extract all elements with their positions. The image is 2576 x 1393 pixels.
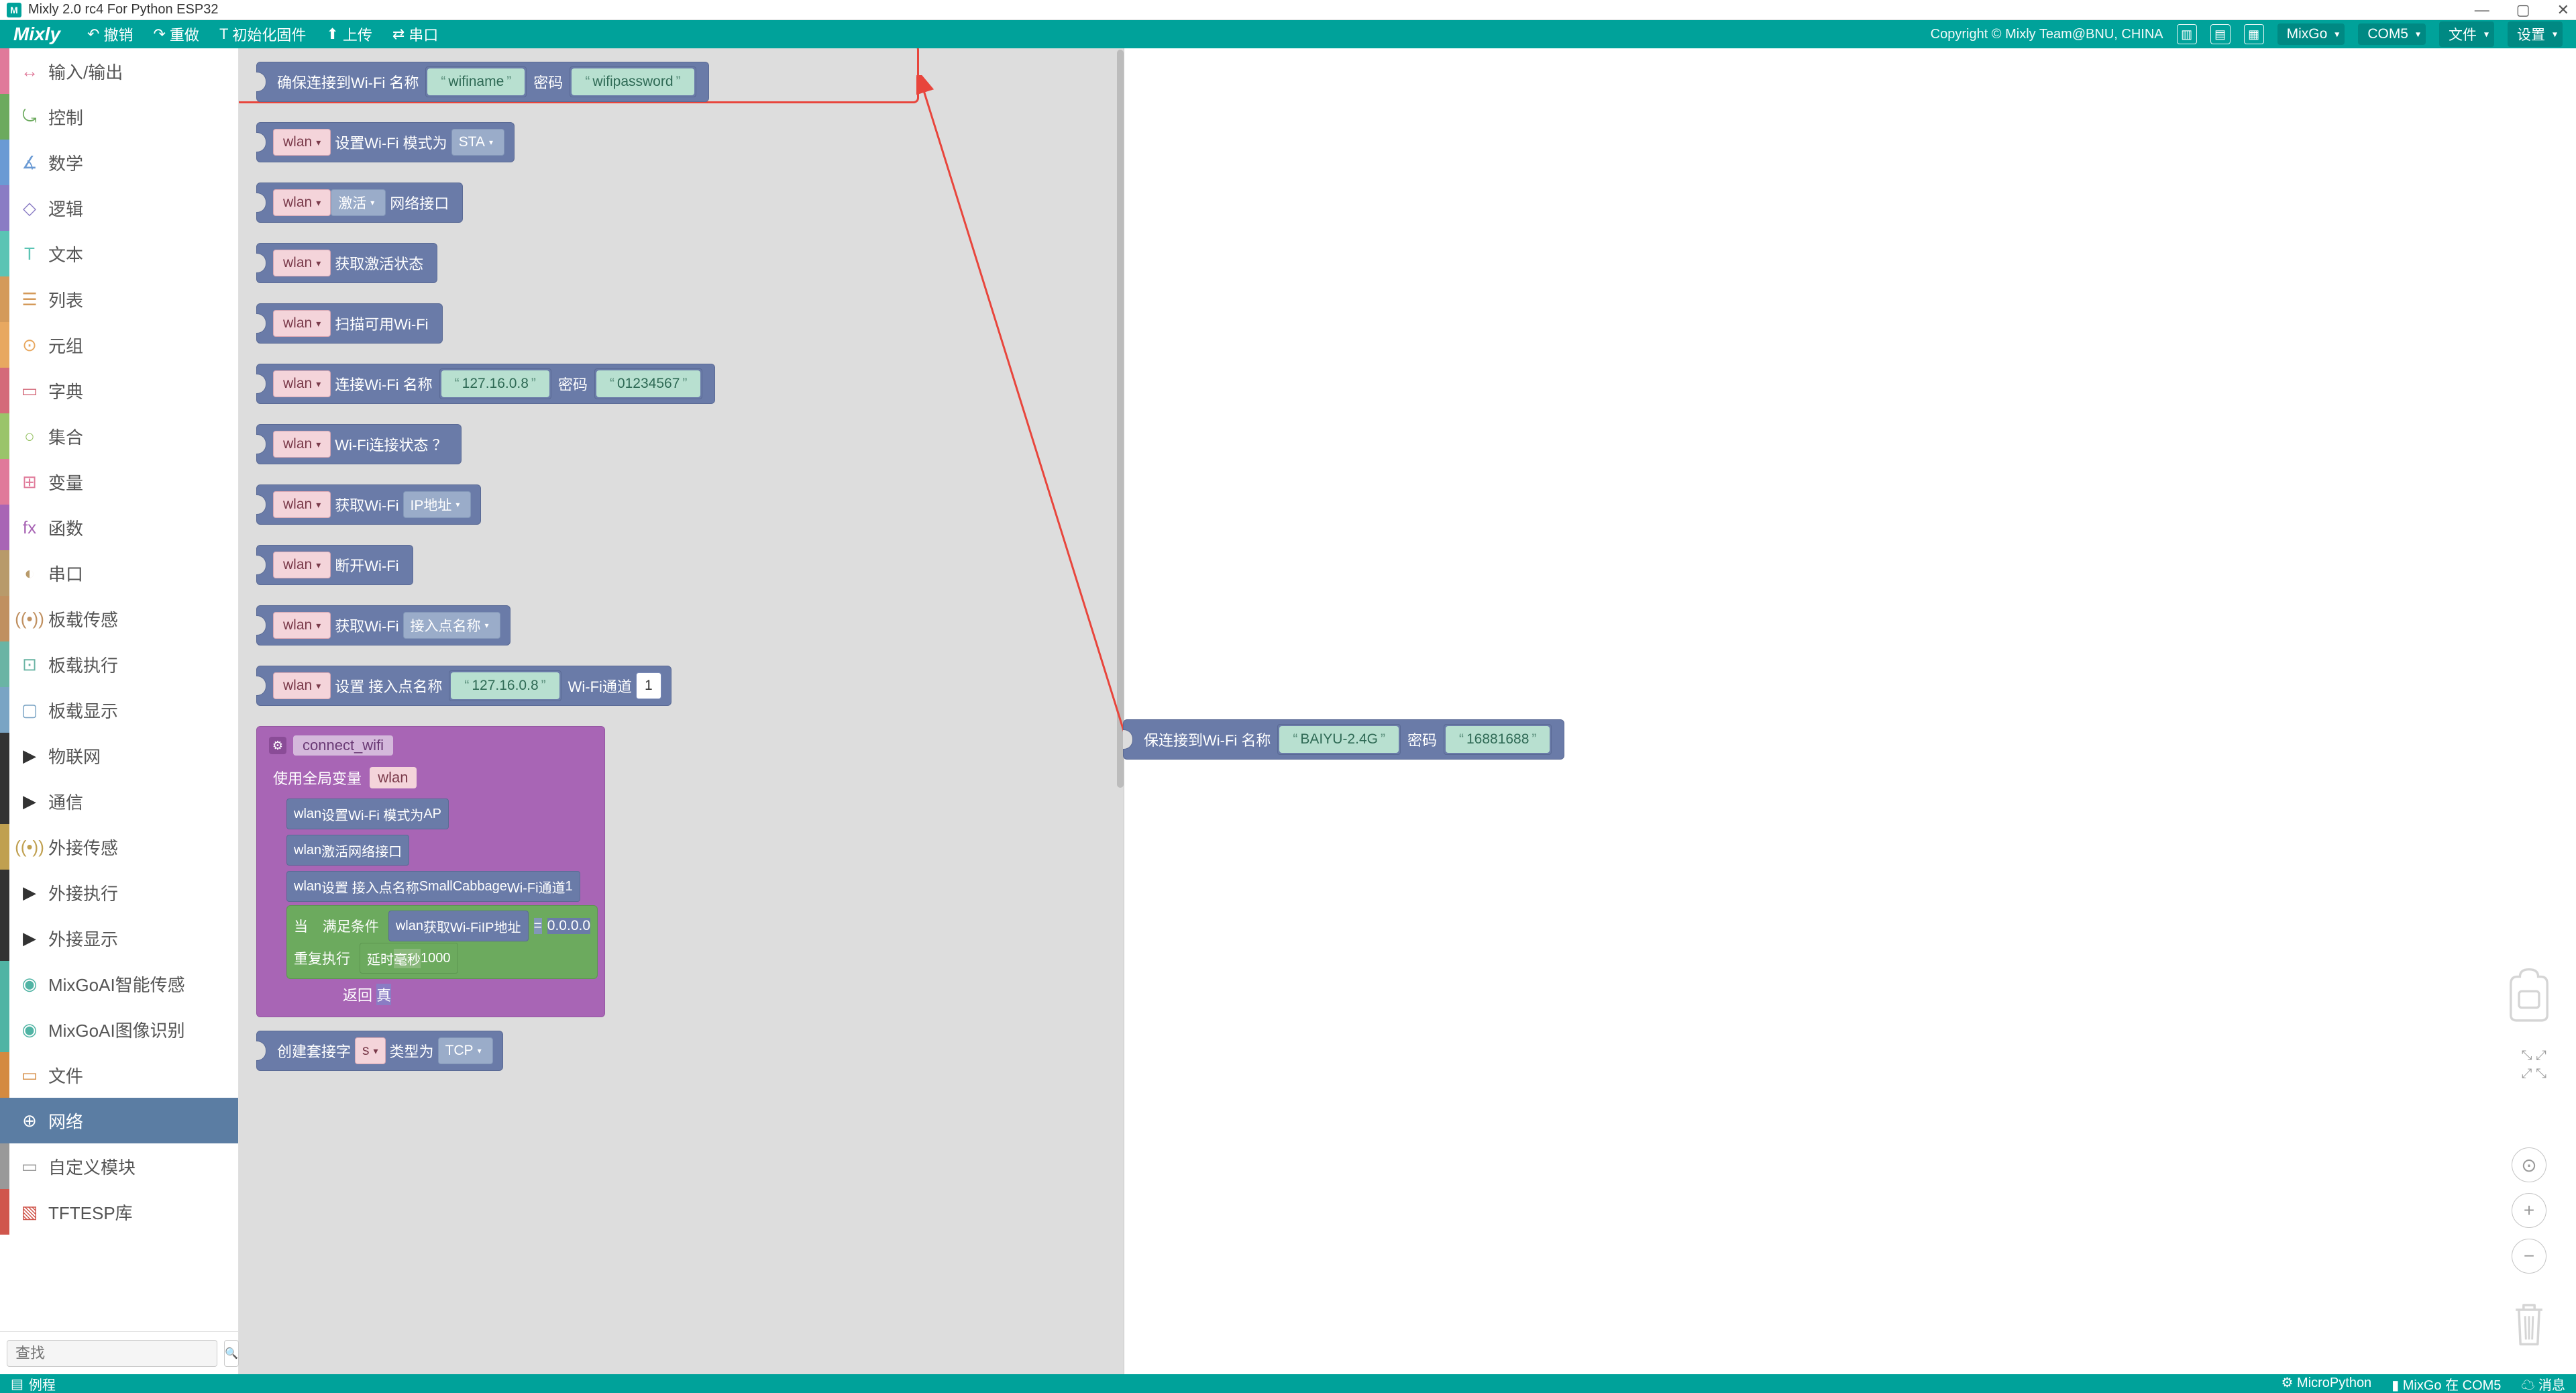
port-select[interactable]: COM5 <box>2358 23 2426 45</box>
minimize-button[interactable]: — <box>2475 1 2489 19</box>
sidebar-item-4[interactable]: T文本 <box>0 231 238 276</box>
sidebar-item-1[interactable]: ⤿控制 <box>0 94 238 140</box>
init-firmware-button[interactable]: T 初始化固件 <box>219 23 306 45</box>
sidebar-item-13[interactable]: ⊡板载执行 <box>0 641 238 687</box>
titlebar: M Mixly 2.0 rc4 For Python ESP32 — ▢ ✕ <box>0 0 2576 20</box>
block-wifi-connect-ensure[interactable]: 确保连接到Wi-Fi 名称 wifiname 密码 wifipassword <box>256 62 709 102</box>
block-wifi-get-ip[interactable]: wlan 获取Wi-Fi IP地址 <box>256 484 481 525</box>
block-flyout: 确保连接到Wi-Fi 名称 wifiname 密码 wifipassword w… <box>239 48 1124 1374</box>
canvas-block-wifi-connect[interactable]: 保连接到Wi-Fi 名称 BAIYU-2.4G 密码 16881688 <box>1123 719 1564 760</box>
status-board-port[interactable]: ▮ MixGo 在 COM5 <box>2392 1374 2501 1393</box>
sidebar-item-19[interactable]: ▶外接显示 <box>0 915 238 961</box>
sidebar-item-14[interactable]: ▢板载显示 <box>0 687 238 733</box>
status-messages[interactable]: ☁ 消息 <box>2521 1374 2565 1393</box>
sidebar-item-2[interactable]: ∡数学 <box>0 140 238 185</box>
layout-button-1[interactable]: ▥ <box>2177 24 2197 44</box>
upload-button[interactable]: ⬆ 上传 <box>326 23 372 45</box>
zoom-controls: ⊙ + − <box>2512 1147 2546 1274</box>
logo: Mixly <box>13 23 60 45</box>
doc-icon: ▤ <box>11 1376 23 1392</box>
block-socket-create[interactable]: 创建套接字 s 类型为 TCP <box>256 1031 503 1071</box>
sidebar-item-15[interactable]: ▶物联网 <box>0 733 238 778</box>
block-wifi-connect[interactable]: wlan 连接Wi-Fi 名称 127.16.0.8 密码 01234567 <box>256 364 715 404</box>
sidebar-item-10[interactable]: fx函数 <box>0 505 238 550</box>
sidebar-item-20[interactable]: ◉MixGoAI智能传感 <box>0 961 238 1007</box>
sidebar-item-6[interactable]: ⊙元组 <box>0 322 238 368</box>
file-menu[interactable]: 文件 <box>2439 21 2494 47</box>
sidebar-item-17[interactable]: ((•))外接传感 <box>0 824 238 870</box>
zoom-center-button[interactable]: ⊙ <box>2512 1147 2546 1182</box>
layout-button-2[interactable]: ▤ <box>2210 24 2231 44</box>
sidebar: ↔输入/输出⤿控制∡数学◇逻辑T文本☰列表⊙元组▭字典○集合⊞变量fx函数◐串口… <box>0 48 239 1374</box>
backpack-icon[interactable] <box>2506 968 2552 1024</box>
sidebar-item-8[interactable]: ○集合 <box>0 413 238 459</box>
block-wifi-set-ap[interactable]: wlan 设置 接入点名称 127.16.0.8 Wi-Fi通道 1 <box>256 666 672 706</box>
statusbar: ▤ 例程 ⚙ MicroPython ▮ MixGo 在 COM5 ☁ 消息 <box>0 1374 2576 1393</box>
sidebar-item-3[interactable]: ◇逻辑 <box>0 185 238 231</box>
sidebar-item-21[interactable]: ◉MixGoAI图像识别 <box>0 1007 238 1052</box>
block-wifi-scan[interactable]: wlan 扫描可用Wi-Fi <box>256 303 443 344</box>
sidebar-item-12[interactable]: ((•))板载传感 <box>0 596 238 641</box>
sidebar-item-22[interactable]: ▭文件 <box>0 1052 238 1098</box>
block-while[interactable]: 当 满足条件 wlan 获取Wi-Fi IP地址 = 0.0.0.0 重复执行 <box>286 905 598 979</box>
trash-icon[interactable] <box>2509 1300 2549 1347</box>
category-list: ↔输入/输出⤿控制∡数学◇逻辑T文本☰列表⊙元组▭字典○集合⊞变量fx函数◐串口… <box>0 48 238 1331</box>
sidebar-item-23[interactable]: ⊕网络 <box>0 1098 238 1143</box>
menubar: Mixly ↶ 撤销 ↷ 重做 T 初始化固件 ⬆ 上传 ⇄ 串口 Copyri… <box>0 20 2576 48</box>
block-wifi-status[interactable]: wlan Wi-Fi连接状态 ？ <box>256 424 462 464</box>
app-icon: M <box>7 3 21 17</box>
block-wifi-mode[interactable]: wlan 设置Wi-Fi 模式为 STA <box>256 122 515 162</box>
sidebar-item-5[interactable]: ☰列表 <box>0 276 238 322</box>
board-select[interactable]: MixGo <box>2277 23 2345 45</box>
workspace[interactable]: 确保连接到Wi-Fi 名称 wifiname 密码 wifipassword w… <box>239 48 2576 1374</box>
block-function-connect-wifi[interactable]: ⚙ connect_wifi 使用全局变量 wlan wlan设置Wi-Fi 模… <box>256 726 605 1017</box>
search-button[interactable]: 🔍 <box>224 1340 239 1367</box>
fullscreen-button[interactable]: ⤡ ⤢⤢ ⤡ <box>2521 1048 2546 1082</box>
window-controls: — ▢ ✕ <box>2475 1 2569 19</box>
block-wifi-disconnect[interactable]: wlan 断开Wi-Fi <box>256 545 413 585</box>
redo-button[interactable]: ↷ 重做 <box>153 23 199 45</box>
sidebar-item-0[interactable]: ↔输入/输出 <box>0 48 238 94</box>
zoom-in-button[interactable]: + <box>2512 1193 2546 1228</box>
sidebar-item-11[interactable]: ◐串口 <box>0 550 238 596</box>
sidebar-item-25[interactable]: ▧TFTESP库 <box>0 1189 238 1235</box>
app-title: Mixly 2.0 rc4 For Python ESP32 <box>28 2 218 17</box>
copyright-text: Copyright © Mixly Team@BNU, CHINA <box>1931 27 2163 42</box>
status-micropython[interactable]: ⚙ MicroPython <box>2282 1374 2372 1393</box>
block-wifi-get-ap[interactable]: wlan 获取Wi-Fi 接入点名称 <box>256 605 511 646</box>
layout-button-3[interactable]: ▦ <box>2244 24 2264 44</box>
sidebar-item-16[interactable]: ▶通信 <box>0 778 238 824</box>
status-left: 例程 <box>29 1374 56 1393</box>
search-row: 🔍 <box>0 1331 238 1374</box>
serial-button[interactable]: ⇄ 串口 <box>392 23 438 45</box>
sidebar-item-7[interactable]: ▭字典 <box>0 368 238 413</box>
zoom-out-button[interactable]: − <box>2512 1239 2546 1274</box>
sidebar-item-24[interactable]: ▭自定义模块 <box>0 1143 238 1189</box>
gear-icon[interactable]: ⚙ <box>269 737 286 754</box>
close-button[interactable]: ✕ <box>2557 1 2569 19</box>
sidebar-item-9[interactable]: ⊞变量 <box>0 459 238 505</box>
block-wifi-activate[interactable]: wlan 激活 网络接口 <box>256 183 463 223</box>
maximize-button[interactable]: ▢ <box>2516 1 2530 19</box>
settings-menu[interactable]: 设置 <box>2508 21 2563 47</box>
search-input[interactable] <box>7 1340 217 1367</box>
block-wifi-active-status[interactable]: wlan 获取激活状态 <box>256 243 437 283</box>
sidebar-item-18[interactable]: ▶外接执行 <box>0 870 238 915</box>
undo-button[interactable]: ↶ 撤销 <box>87 23 133 45</box>
